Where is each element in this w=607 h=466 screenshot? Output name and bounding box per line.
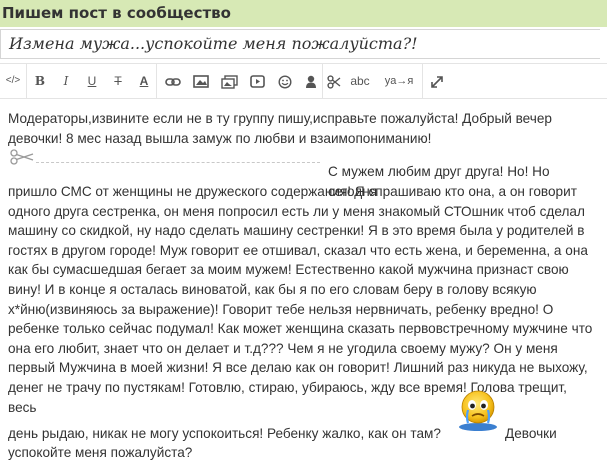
body-paragraph-3-part1: день рыдаю, никак не могу успокоиться! Р…: [8, 426, 441, 441]
gallery-icon: [220, 75, 238, 89]
body-paragraph-3-line2: успокойте меня пожалуйста?: [8, 445, 193, 460]
image-button[interactable]: [188, 64, 214, 98]
scissors-icon: [327, 75, 341, 89]
text-color-button[interactable]: A: [132, 64, 157, 98]
link-button[interactable]: [160, 64, 186, 98]
page-title: Пишем пост в сообщество: [0, 0, 607, 27]
bold-button[interactable]: B: [28, 64, 52, 98]
underline-button[interactable]: U: [80, 64, 104, 98]
body-paragraph-3-part2: Девочки: [505, 426, 557, 441]
fullscreen-button[interactable]: [424, 64, 450, 98]
html-source-button[interactable]: </>: [0, 64, 27, 98]
body-line: как бы сумасшедшая бегает за моим мужем!…: [8, 262, 569, 278]
text-color-icon: A: [139, 74, 149, 88]
body-line: гостях в другом городе! Муж говорит ее о…: [8, 242, 588, 258]
body-line: пришло СМС от женщины не дружеского соде…: [8, 184, 577, 199]
bold-icon: B: [34, 74, 46, 88]
transliterate-icon: ya→я: [384, 75, 414, 87]
body-paragraph-1: Модераторы,извините если не в ту группу …: [8, 109, 598, 148]
body-line: машину со скидкой, ну надо сделать машин…: [8, 223, 585, 239]
post-title-input[interactable]: Измена мужа...успокойте меня пожалуйста?…: [0, 29, 600, 59]
cut-marker-scissors-icon: [10, 149, 34, 165]
body-line: х*йню(извиняюсь за выражение)! Говорит т…: [8, 301, 554, 317]
gallery-button[interactable]: [216, 64, 242, 98]
code-icon: </>: [5, 75, 21, 86]
italic-icon: I: [63, 74, 69, 88]
body-line: ребенке только сейчас подумал! Как может…: [8, 321, 593, 337]
body-line: одного друга сестренка, он меня попросил…: [8, 203, 585, 219]
crying-smiley-icon: [459, 390, 497, 431]
underline-icon: U: [87, 74, 97, 88]
user-icon: [306, 75, 316, 88]
body-line: первый Мужчина в моей жизни! Я все делаю…: [8, 360, 588, 376]
body-paragraph-2: пришло СМС от женщины не дружеского соде…: [8, 182, 598, 417]
body-line: Модераторы,извините если не в ту группу …: [8, 111, 552, 126]
strikethrough-icon: T: [114, 74, 122, 88]
spellcheck-icon: abc: [350, 74, 370, 88]
cut-divider: [36, 162, 320, 163]
body-line: денег не трачу по пустякам! Готовлю, сти…: [8, 379, 567, 415]
video-play-icon: [249, 75, 265, 89]
transliterate-button[interactable]: ya→я: [376, 64, 423, 98]
body-line: девочки! 8 мес назад вышла замуж по любв…: [8, 130, 432, 146]
user-mention-button[interactable]: [300, 64, 323, 98]
cut-button[interactable]: [324, 64, 344, 98]
smiley-button[interactable]: [272, 64, 298, 98]
editor-toolbar: </> B I U T A abc ya→я: [0, 63, 607, 99]
body-line: она его любит, знает что он делает и т.д…: [8, 340, 558, 356]
image-icon: [193, 75, 209, 89]
italic-button[interactable]: I: [54, 64, 78, 98]
body-line: вину! И в конце я осталась виноватой, ка…: [8, 281, 537, 297]
smiley-icon: [278, 75, 292, 89]
link-icon: [165, 78, 181, 86]
post-title-row: Измена мужа...успокойте меня пожалуйста?…: [0, 28, 607, 60]
spellcheck-button[interactable]: abc: [346, 64, 374, 98]
strikethrough-button[interactable]: T: [106, 64, 130, 98]
expand-icon: [431, 76, 443, 88]
video-button[interactable]: [244, 64, 270, 98]
